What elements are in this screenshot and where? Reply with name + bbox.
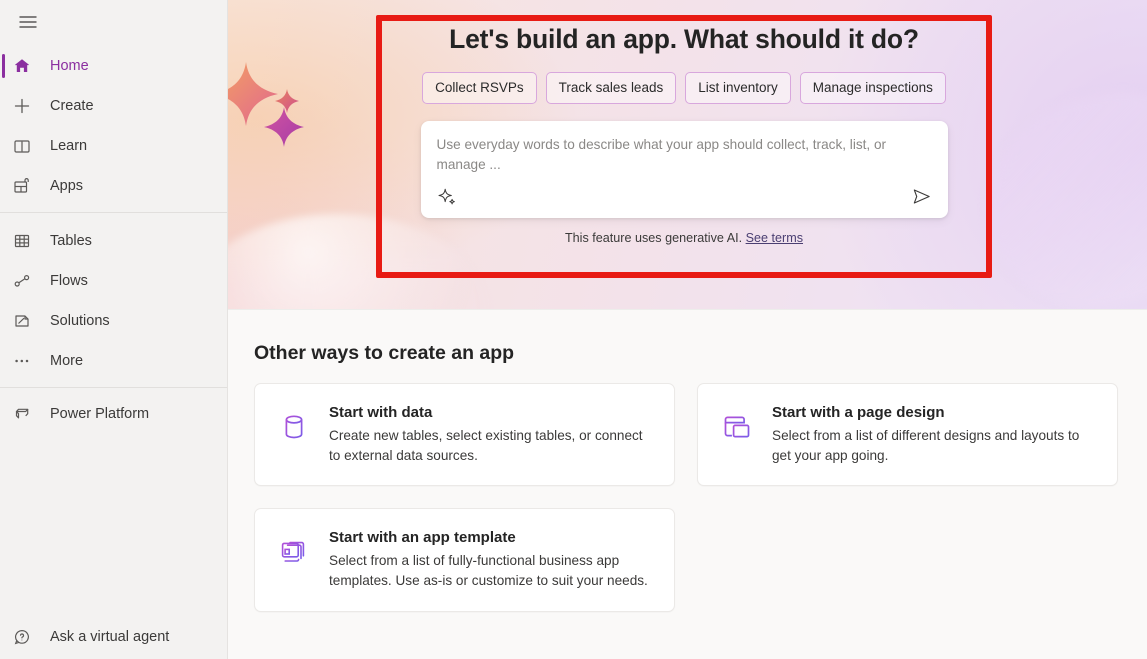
plus-icon <box>12 94 42 118</box>
sidebar-item-label: Learn <box>50 138 87 154</box>
sidebar-item-label: Flows <box>50 273 88 289</box>
card-text-block: Start with an app template Select from a… <box>329 529 656 590</box>
left-navigation-sidebar: Home Create <box>0 0 228 659</box>
main-content-area: Let's build an app. What should it do? C… <box>228 0 1147 659</box>
card-description: Select from a list of different designs … <box>772 426 1099 465</box>
sidebar-item-label: Tables <box>50 233 92 249</box>
sidebar-item-label: Ask a virtual agent <box>50 629 169 645</box>
table-grid-icon <box>12 229 42 253</box>
suggestion-chip-list: Collect RSVPs Track sales leads List inv… <box>376 72 992 104</box>
card-start-with-data[interactable]: Start with data Create new tables, selec… <box>254 383 675 486</box>
disclaimer-text: This feature uses generative AI. <box>565 231 742 245</box>
prompt-toolbar <box>437 185 932 209</box>
sidebar-item-more[interactable]: More <box>0 341 227 381</box>
other-ways-section: Other ways to create an app <box>228 310 1147 612</box>
sidebar-item-label: Create <box>50 98 94 114</box>
sidebar-item-home[interactable]: Home <box>0 46 227 86</box>
sidebar-item-ask-virtual-agent[interactable]: Ask a virtual agent <box>0 615 227 659</box>
ellipsis-icon <box>12 349 42 373</box>
sidebar-item-learn[interactable]: Learn <box>0 126 227 166</box>
app-description-input[interactable]: Use everyday words to describe what your… <box>437 135 932 177</box>
card-title: Start with data <box>329 404 656 421</box>
card-description: Select from a list of fully-functional b… <box>329 551 656 590</box>
app-prompt-box: Use everyday words to describe what your… <box>421 121 948 218</box>
sidebar-footer: Ask a virtual agent <box>0 615 227 659</box>
sidebar-header <box>0 0 227 44</box>
card-description: Create new tables, select existing table… <box>329 426 656 465</box>
page-title: Let's build an app. What should it do? <box>376 24 992 56</box>
home-icon <box>12 54 42 78</box>
card-title: Start with a page design <box>772 404 1099 421</box>
sidebar-divider-1 <box>0 212 227 213</box>
card-text-block: Start with data Create new tables, selec… <box>329 404 656 465</box>
sparkle-icon[interactable] <box>437 185 463 209</box>
sidebar-item-apps[interactable]: Apps <box>0 166 227 206</box>
card-start-with-page-design[interactable]: Start with a page design Select from a l… <box>697 383 1118 486</box>
card-start-with-app-template[interactable]: Start with an app template Select from a… <box>254 508 675 611</box>
suggestion-chip-collect-rsvps[interactable]: Collect RSVPs <box>422 72 537 104</box>
sidebar-item-label: Solutions <box>50 313 110 329</box>
card-text-block: Start with a page design Select from a l… <box>772 404 1099 465</box>
sidebar-item-label: More <box>50 353 83 369</box>
stacked-cards-icon <box>275 533 313 571</box>
suggestion-chip-track-sales-leads[interactable]: Track sales leads <box>546 72 677 104</box>
sparkle-decoration-small <box>274 88 300 114</box>
sidebar-item-power-platform[interactable]: Power Platform <box>0 394 227 434</box>
sidebar-item-label: Power Platform <box>50 406 149 422</box>
sidebar-item-solutions[interactable]: Solutions <box>0 301 227 341</box>
hero-content: Let's build an app. What should it do? C… <box>376 0 992 245</box>
card-title: Start with an app template <box>329 529 656 546</box>
flow-icon <box>12 269 42 293</box>
suggestion-chip-list-inventory[interactable]: List inventory <box>685 72 791 104</box>
page-layout-icon <box>718 408 756 446</box>
generative-ai-disclaimer: This feature uses generative AI. See ter… <box>376 231 992 245</box>
question-bubble-icon <box>12 625 42 649</box>
sidebar-item-tables[interactable]: Tables <box>0 221 227 261</box>
hero-decoration-right <box>987 92 1147 307</box>
sidebar-item-label: Home <box>50 58 89 74</box>
solutions-icon <box>12 309 42 333</box>
sidebar-item-create[interactable]: Create <box>0 86 227 126</box>
power-platform-icon <box>12 402 42 426</box>
sidebar-divider-2 <box>0 387 227 388</box>
hero-banner: Let's build an app. What should it do? C… <box>228 0 1147 310</box>
suggestion-chip-manage-inspections[interactable]: Manage inspections <box>800 72 946 104</box>
apps-icon <box>12 174 42 198</box>
database-cylinder-icon <box>275 408 313 446</box>
sidebar-primary-group: Home Create <box>0 44 227 206</box>
sidebar-item-label: Apps <box>50 178 83 194</box>
sidebar-secondary-group: Tables Flows <box>0 219 227 381</box>
see-terms-link[interactable]: See terms <box>746 231 803 245</box>
book-icon <box>12 134 42 158</box>
sidebar-item-flows[interactable]: Flows <box>0 261 227 301</box>
power-apps-home-page: Home Create <box>0 0 1147 659</box>
hamburger-menu-button[interactable] <box>12 6 44 38</box>
hamburger-icon <box>19 15 37 29</box>
send-arrow-icon[interactable] <box>906 185 932 209</box>
section-heading: Other ways to create an app <box>254 342 1119 365</box>
create-options-card-list: Start with data Create new tables, selec… <box>254 383 1119 612</box>
